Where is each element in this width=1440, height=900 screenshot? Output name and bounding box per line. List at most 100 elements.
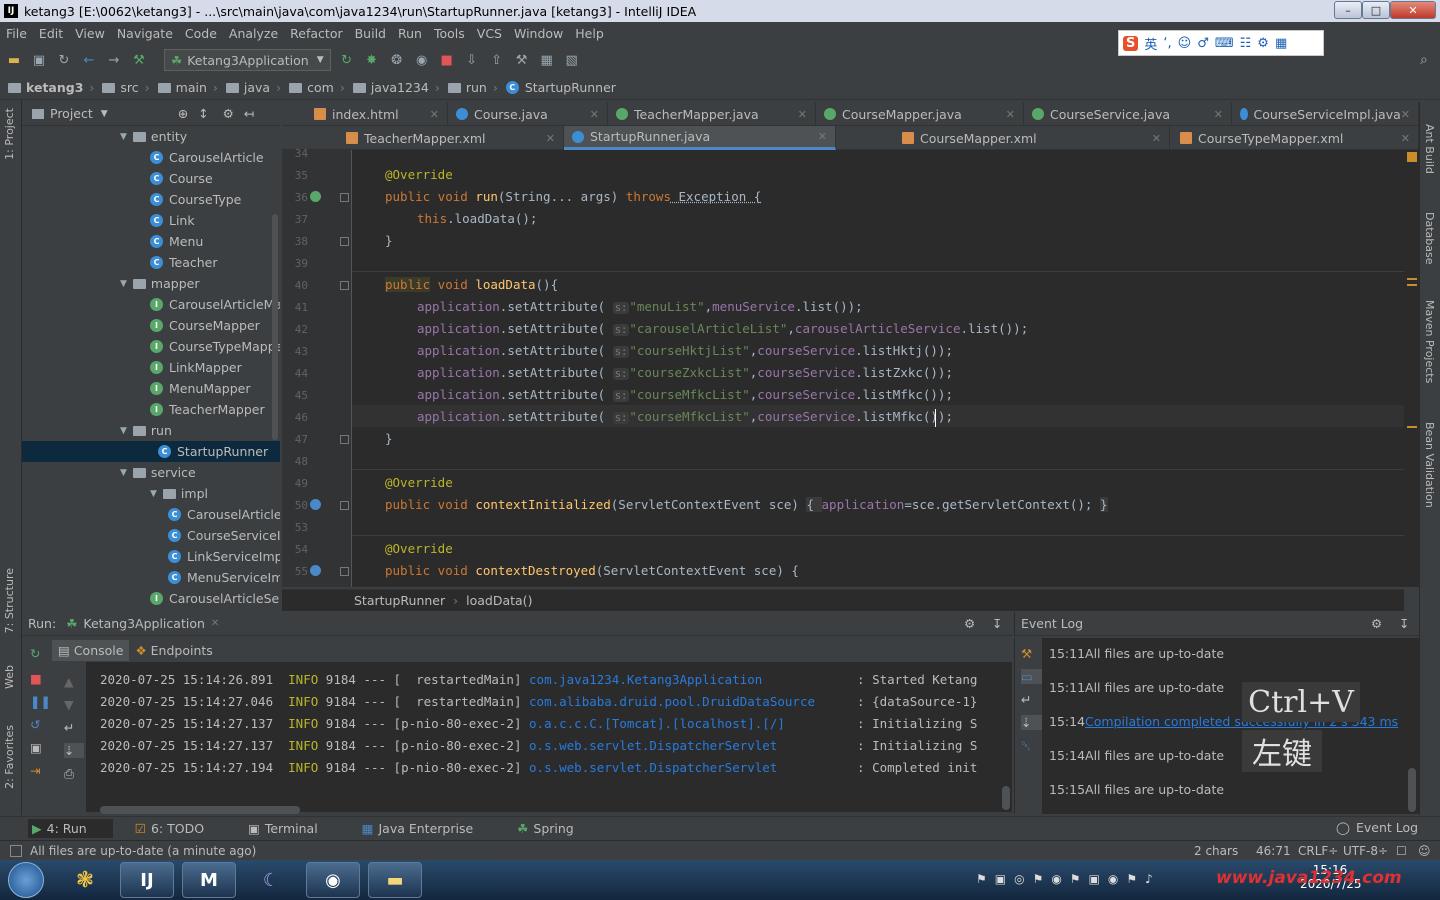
- tree-item[interactable]: C CarouselArticle: [150, 147, 264, 168]
- ime-item-icon[interactable]: 英: [1144, 34, 1157, 53]
- mark-read-icon[interactable]: ▭: [1021, 669, 1042, 684]
- gear-icon[interactable]: ⚙: [964, 616, 975, 631]
- project-tree-scrollbar[interactable]: [272, 214, 278, 440]
- favorites-tool-tab[interactable]: 2: Favorites: [3, 725, 16, 789]
- tree-item[interactable]: C Menu: [150, 231, 203, 252]
- update-icon[interactable]: ⇩: [464, 52, 480, 68]
- settings-icon[interactable]: ⚒: [1021, 646, 1042, 661]
- sogou-icon[interactable]: S: [1123, 35, 1139, 51]
- close-tab-icon[interactable]: ✕: [211, 618, 219, 629]
- bottom-tab-run[interactable]: ▶ 4: Run: [28, 819, 113, 838]
- menu-file[interactable]: File: [0, 26, 33, 41]
- breadcrumb-class[interactable]: StartupRunner: [354, 593, 445, 608]
- menu-navigate[interactable]: Navigate: [111, 26, 179, 41]
- close-tab-icon[interactable]: ✕: [1006, 108, 1015, 121]
- status-message[interactable]: All files are up-to-date (a minute ago): [30, 844, 256, 858]
- maximize-button[interactable]: □: [1362, 1, 1390, 19]
- tree-item[interactable]: I CourseMapper: [150, 315, 260, 336]
- ime-item-icon[interactable]: ☷: [1240, 36, 1252, 51]
- database-tab[interactable]: Database: [1423, 212, 1436, 265]
- menu-run[interactable]: Run: [392, 26, 428, 41]
- close-tab-icon[interactable]: ✕: [1214, 108, 1223, 121]
- close-tab-icon[interactable]: ✕: [818, 130, 827, 143]
- tree-item[interactable]: ▼ service: [120, 462, 196, 483]
- commit-icon[interactable]: ⇧: [489, 52, 505, 68]
- expand-arrow-icon[interactable]: ▼: [120, 279, 127, 289]
- tree-item[interactable]: C StartupRunner: [22, 441, 280, 462]
- tree-item[interactable]: C Teacher: [150, 252, 218, 273]
- ime-item-icon[interactable]: ⚙: [1257, 36, 1269, 51]
- expand-arrow-icon[interactable]: ▼: [150, 489, 157, 499]
- back-icon[interactable]: ←: [81, 52, 97, 68]
- save-icon[interactable]: ▣: [31, 52, 47, 68]
- up-arrow-icon[interactable]: ▲: [64, 674, 84, 689]
- menu-window[interactable]: Window: [508, 26, 569, 41]
- tree-item[interactable]: I LinkMapper: [150, 357, 242, 378]
- close-tab-icon[interactable]: ✕: [430, 108, 439, 121]
- menu-edit[interactable]: Edit: [33, 26, 69, 41]
- build-icon[interactable]: ⚒: [131, 52, 147, 68]
- ime-item-icon[interactable]: ▦: [1275, 36, 1287, 51]
- soft-wrap-icon[interactable]: ↵: [64, 720, 84, 735]
- tree-item[interactable]: C LinkServiceImpl: [168, 546, 280, 567]
- caret-position[interactable]: 46:71: [1256, 844, 1291, 858]
- expand-arrow-icon[interactable]: ▼: [120, 468, 127, 478]
- close-tab-icon[interactable]: ✕: [798, 108, 807, 121]
- structure-tool-tab[interactable]: 7: Structure: [3, 568, 16, 633]
- gear-icon[interactable]: ⚙: [1371, 616, 1382, 631]
- soft-wrap-icon[interactable]: ↵: [1021, 692, 1042, 707]
- project-panel-title[interactable]: Project: [50, 106, 93, 121]
- scroll-marker[interactable]: [1407, 426, 1417, 428]
- print-icon[interactable]: ⎙: [64, 766, 84, 782]
- lock-icon[interactable]: ☐: [1396, 844, 1407, 858]
- tree-item[interactable]: C CourseServiceIn: [168, 525, 280, 546]
- run-config-select[interactable]: ☘ Ketang3Application ▼: [164, 49, 331, 71]
- eclipse-taskbar-icon[interactable]: ☾: [244, 862, 298, 898]
- profile-icon[interactable]: ◉: [414, 52, 430, 68]
- rerun-icon[interactable]: ↻: [30, 646, 52, 661]
- ime-item-icon[interactable]: ☺: [1178, 36, 1192, 51]
- tree-item[interactable]: ▼ entity: [120, 126, 187, 147]
- gear-icon[interactable]: ⚙: [223, 106, 234, 121]
- editor-tab[interactable]: CourseService.java ✕: [1024, 102, 1232, 126]
- trash-icon[interactable]: ␡: [1021, 738, 1042, 754]
- tree-item[interactable]: I CourseTypeMappe: [150, 336, 280, 357]
- line-separator[interactable]: CRLF÷: [1298, 844, 1338, 858]
- ant-build-tab[interactable]: Ant Build: [1423, 124, 1436, 174]
- nav-crumb[interactable]: java ›: [225, 80, 281, 95]
- event-log-scrollbar[interactable]: [1408, 768, 1416, 812]
- nav-crumb[interactable]: run ›: [447, 80, 498, 95]
- bottom-tab-todo[interactable]: ☑ 6: TODO: [135, 821, 226, 836]
- chrome-taskbar-icon[interactable]: ◉: [306, 862, 360, 898]
- bean-validation-tab[interactable]: Bean Validation: [1423, 422, 1436, 508]
- coverage-icon[interactable]: ❂: [389, 52, 405, 68]
- rerun-icon[interactable]: ↻: [339, 52, 355, 68]
- event-log-tool-tab[interactable]: ◯ Event Log: [1336, 820, 1418, 835]
- project-tool-tab[interactable]: 1: Project: [3, 108, 16, 160]
- settings-icon[interactable]: ⚒: [514, 52, 530, 68]
- tree-item[interactable]: I CarouselArticleServ: [150, 588, 280, 606]
- warning-indicator-icon[interactable]: [1407, 152, 1417, 162]
- editor-tab[interactable]: StartupRunner.java ✕: [564, 126, 836, 150]
- sdk-icon[interactable]: ▧: [564, 52, 580, 68]
- tree-item[interactable]: I MenuMapper: [150, 378, 250, 399]
- ime-item-icon[interactable]: ‘,: [1163, 36, 1171, 51]
- close-button[interactable]: ✕: [1390, 1, 1436, 19]
- tree-item[interactable]: I CarouselArticleMap: [150, 294, 280, 315]
- exit-icon[interactable]: ⇥: [30, 763, 52, 778]
- close-tab-icon[interactable]: ✕: [1401, 108, 1410, 121]
- breadcrumb-method[interactable]: loadData(): [466, 593, 532, 608]
- sync-icon[interactable]: ↻: [56, 52, 72, 68]
- close-tab-icon[interactable]: ✕: [546, 132, 555, 145]
- menu-help[interactable]: Help: [569, 26, 610, 41]
- editor-tab[interactable]: CourseServiceImpl.java ✕: [1232, 102, 1419, 126]
- tree-item[interactable]: C Link: [150, 210, 195, 231]
- dump-threads-icon[interactable]: ▣: [30, 740, 52, 755]
- scroll-marker[interactable]: [1407, 278, 1417, 280]
- expand-arrow-icon[interactable]: ▼: [120, 426, 127, 436]
- web-tool-tab[interactable]: Web: [3, 665, 16, 689]
- chevron-down-icon[interactable]: ▼: [101, 109, 108, 119]
- menu-build[interactable]: Build: [349, 26, 392, 41]
- console-v-scrollbar[interactable]: [1002, 786, 1010, 810]
- nav-crumb[interactable]: ketang3 ›: [8, 80, 94, 95]
